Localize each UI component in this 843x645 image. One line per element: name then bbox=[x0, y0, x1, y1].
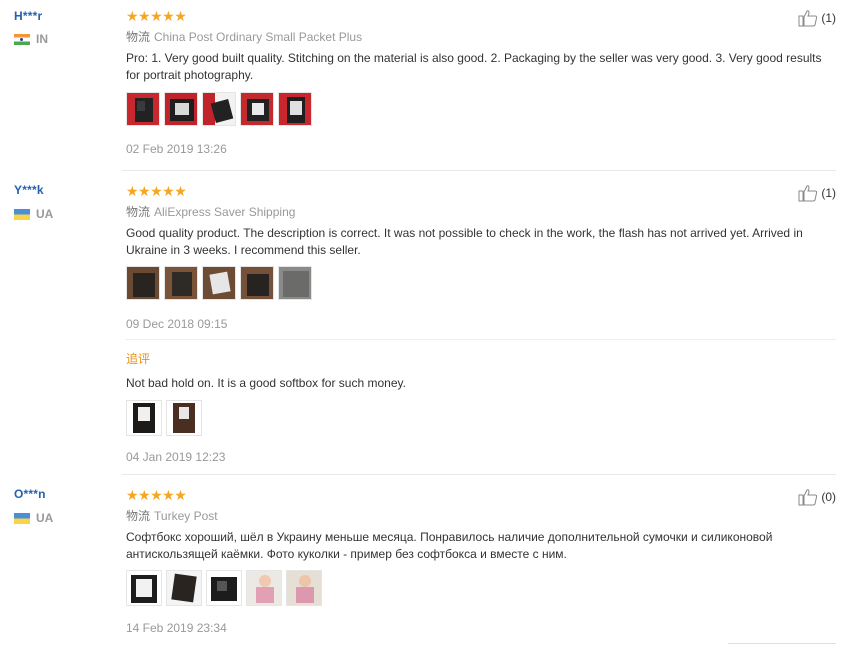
review-photo-thumbnail[interactable] bbox=[240, 92, 274, 126]
review-photo-thumbnail[interactable] bbox=[126, 266, 160, 300]
review-text: Good quality product. The description is… bbox=[126, 226, 803, 257]
shipping-info: 物流 China Post Ordinary Small Packet Plus bbox=[126, 28, 362, 45]
ukraine-flag-icon bbox=[14, 512, 30, 524]
review-photos bbox=[126, 266, 312, 300]
shipping-info: 物流 AliExpress Saver Shipping bbox=[126, 203, 295, 220]
star-rating: ★★★★★ bbox=[126, 183, 187, 199]
review-date: 14 Feb 2019 23:34 bbox=[126, 621, 227, 635]
shipping-label: 物流 bbox=[126, 509, 151, 523]
ukraine-flag-icon bbox=[14, 208, 30, 220]
shipping-label: 物流 bbox=[126, 205, 151, 219]
followup-label: 追评 bbox=[126, 352, 151, 366]
followup-divider bbox=[126, 339, 836, 340]
shipping-info: 物流 Turkey Post bbox=[126, 507, 218, 524]
helpful-count: (1) bbox=[821, 186, 836, 200]
review-photo-thumbnail[interactable] bbox=[126, 570, 162, 606]
review-date: 02 Feb 2019 13:26 bbox=[126, 142, 227, 156]
country-code: UA bbox=[36, 207, 54, 221]
review-divider bbox=[122, 170, 836, 171]
review-divider bbox=[122, 474, 836, 475]
shipping-method: China Post Ordinary Small Packet Plus bbox=[154, 30, 363, 44]
reviewer-name[interactable]: H***r bbox=[14, 9, 42, 23]
helpful-button[interactable]: (1) bbox=[798, 9, 836, 27]
followup-photos bbox=[126, 400, 202, 436]
thumbs-up-icon bbox=[798, 489, 818, 506]
reviewer-country: UA bbox=[14, 511, 53, 525]
review-photo-thumbnail[interactable] bbox=[126, 92, 160, 126]
reviewer-country: UA bbox=[14, 207, 53, 221]
review-photo-thumbnail[interactable] bbox=[206, 570, 242, 606]
followup-text: Not bad hold on. It is a good softbox fo… bbox=[126, 376, 406, 390]
review-photo-thumbnail[interactable] bbox=[126, 400, 162, 436]
reviewer-country: IN bbox=[14, 32, 48, 46]
shipping-method: AliExpress Saver Shipping bbox=[154, 205, 296, 219]
india-flag-icon bbox=[14, 33, 30, 45]
review-photo-thumbnail[interactable] bbox=[202, 266, 236, 300]
review-photo-thumbnail[interactable] bbox=[202, 92, 236, 126]
reviews-list: H***r IN ★★★★★ 物流 China Post Ordinary Sma… bbox=[0, 0, 843, 645]
star-rating: ★★★★★ bbox=[126, 8, 187, 24]
review-date: 09 Dec 2018 09:15 bbox=[126, 317, 228, 331]
review-photo-thumbnail[interactable] bbox=[164, 92, 198, 126]
review-photo-thumbnail[interactable] bbox=[286, 570, 322, 606]
review-photo-thumbnail[interactable] bbox=[246, 570, 282, 606]
review-photo-thumbnail[interactable] bbox=[240, 266, 274, 300]
review-photos bbox=[126, 570, 322, 606]
helpful-count: (1) bbox=[821, 11, 836, 25]
review-photos bbox=[126, 92, 312, 126]
shipping-label: 物流 bbox=[126, 30, 151, 44]
thumbs-up-icon bbox=[798, 185, 818, 202]
shipping-method: Turkey Post bbox=[154, 509, 218, 523]
country-code: UA bbox=[36, 511, 54, 525]
bottom-divider bbox=[728, 643, 836, 644]
helpful-button[interactable]: (1) bbox=[798, 184, 836, 202]
review-photo-thumbnail[interactable] bbox=[278, 92, 312, 126]
reviewer-name[interactable]: O***n bbox=[14, 487, 46, 501]
star-rating: ★★★★★ bbox=[126, 487, 187, 503]
helpful-count: (0) bbox=[821, 490, 836, 504]
review-photo-thumbnail[interactable] bbox=[166, 400, 202, 436]
review-photo-thumbnail[interactable] bbox=[278, 266, 312, 300]
review-photo-thumbnail[interactable] bbox=[166, 570, 202, 606]
reviewer-name[interactable]: Y***k bbox=[14, 183, 44, 197]
country-code: IN bbox=[36, 32, 48, 46]
review-text: Pro: 1. Very good built quality. Stitchi… bbox=[126, 51, 822, 82]
helpful-button[interactable]: (0) bbox=[798, 488, 836, 506]
review-text: Софтбокс хороший, шёл в Украину меньше м… bbox=[126, 530, 773, 561]
review-photo-thumbnail[interactable] bbox=[164, 266, 198, 300]
followup-date: 04 Jan 2019 12:23 bbox=[126, 450, 226, 464]
thumbs-up-icon bbox=[798, 10, 818, 27]
